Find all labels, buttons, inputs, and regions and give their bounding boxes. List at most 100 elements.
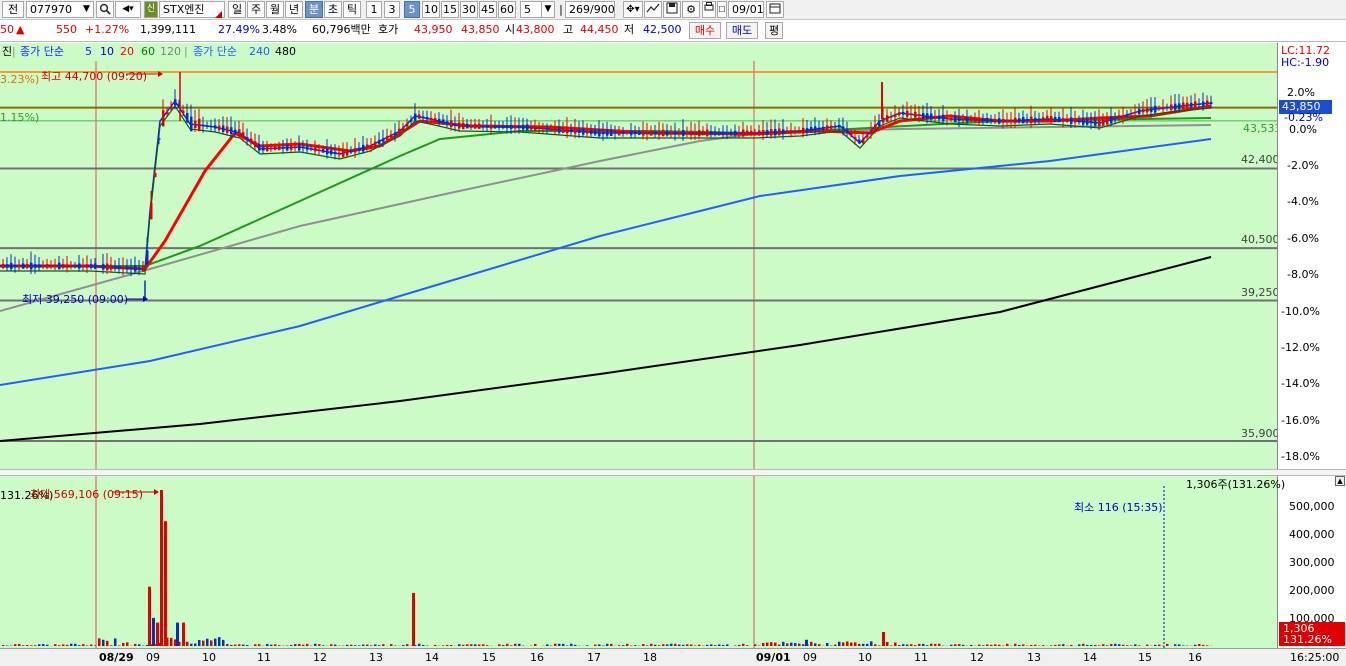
interval-1[interactable]: 1 (366, 1, 382, 18)
buy-button[interactable]: 매수 (689, 22, 721, 39)
low-label: 저 (624, 23, 635, 36)
low-marker-label: 최저 39,250 (09:00) (22, 293, 129, 306)
ma10-legend[interactable]: 10 (100, 43, 114, 61)
volume-panel-collapse-icon[interactable]: ▲ (1335, 476, 1345, 486)
volume-bar (1138, 645, 1141, 646)
candle-body (890, 116, 893, 118)
print-icon[interactable] (702, 1, 716, 18)
candle-body (482, 125, 485, 128)
long-ma-legend-label[interactable]: 종가 단순 (193, 43, 237, 61)
save-icon[interactable] (663, 1, 681, 18)
candle-body (1178, 103, 1181, 110)
settings-icon[interactable]: ⚙ (682, 1, 700, 18)
interval-30[interactable]: 30 (460, 1, 478, 18)
volume-bar (446, 644, 449, 646)
candle-body (74, 265, 77, 267)
candle-body (762, 130, 765, 136)
time-axis-clock: 16:25:00 (1290, 651, 1340, 664)
candle-body (710, 131, 713, 135)
ma240-legend[interactable]: 240 (249, 43, 270, 61)
date-checkbox[interactable]: ☐ (717, 1, 727, 18)
period-year[interactable]: 년 (285, 1, 303, 18)
axis-pct-m12: -12.0% (1281, 341, 1320, 354)
trendline-icon[interactable] (644, 1, 662, 18)
ma120-legend[interactable]: 120 (160, 43, 181, 61)
sound-icon[interactable]: ◀▾ (115, 1, 141, 18)
candle-body (946, 117, 949, 120)
panel-splitter[interactable] (0, 469, 1346, 476)
market-selector[interactable]: 전 (2, 1, 24, 18)
interval-45[interactable]: 45 (479, 1, 497, 18)
candle-body (322, 149, 325, 153)
price-chart[interactable] (0, 61, 1277, 469)
calendar-icon[interactable] (766, 1, 784, 18)
ma-legend-label[interactable]: 종가 단순 (20, 43, 64, 61)
interval-5[interactable]: 5 (404, 1, 420, 18)
candle-body (314, 147, 317, 152)
time-label: 15 (1138, 651, 1152, 664)
candle-body (50, 264, 53, 268)
volume-bar (218, 637, 221, 646)
period-minute[interactable]: 분 (305, 1, 323, 18)
candle-body (362, 144, 365, 152)
volume-bar (1094, 644, 1097, 646)
candle-body (478, 123, 481, 129)
top-left-percent: 3.23%) (0, 73, 40, 86)
search-icon[interactable] (96, 1, 114, 18)
turnover-percent: 3.48% (262, 23, 297, 36)
candle-body (794, 130, 797, 133)
interval-value-input[interactable]: 5 (520, 1, 542, 18)
candle-body (354, 148, 357, 153)
sell-button[interactable]: 매도 (726, 22, 758, 39)
date-input[interactable]: 09/01 (728, 1, 764, 18)
candle-body (934, 115, 937, 119)
candle-body (638, 131, 641, 135)
interval-dropdown-icon[interactable]: ▼ (541, 1, 555, 18)
volume-bar (234, 644, 237, 646)
volume-bar (470, 644, 473, 646)
volume-bar (870, 641, 873, 646)
candle-body (90, 264, 93, 268)
volume-max-marker: 최대 569,106 (09:15) (30, 488, 144, 501)
candle-body (1142, 109, 1145, 113)
candle-body (1210, 102, 1213, 105)
candle-body (642, 130, 645, 136)
ma480-legend[interactable]: 480 (275, 43, 296, 61)
bar-count-input[interactable]: 269/900 (565, 1, 615, 18)
volume-bar (518, 643, 521, 646)
volume-bar (886, 641, 889, 646)
interval-15[interactable]: 15 (441, 1, 459, 18)
period-week[interactable]: 주 (247, 1, 265, 18)
change-value: 550 (56, 23, 77, 36)
crosshair-icon[interactable]: ✥▾ (623, 1, 643, 18)
candle-body (438, 118, 441, 123)
interval-10[interactable]: 10 (422, 1, 440, 18)
candle-body (1046, 115, 1049, 123)
time-axis[interactable]: 08/29 09 10 11 12 13 14 15 16 17 18 09/0… (0, 648, 1346, 666)
volume-bar (666, 644, 669, 646)
ma20-legend[interactable]: 20 (120, 43, 134, 61)
interval-3[interactable]: 3 (384, 1, 400, 18)
period-second[interactable]: 초 (324, 1, 342, 18)
volume-bar (1126, 645, 1129, 646)
interval-60[interactable]: 60 (498, 1, 516, 18)
period-month[interactable]: 월 (266, 1, 284, 18)
candle-body (1146, 108, 1149, 113)
axis-pct-m16: -16.0% (1281, 414, 1320, 427)
candle-body (666, 130, 669, 136)
volume-bar (382, 644, 385, 646)
time-label: 12 (313, 651, 327, 664)
volume-bar (134, 643, 137, 646)
period-day[interactable]: 일 (228, 1, 246, 18)
code-dropdown-icon[interactable]: ▼ (80, 1, 94, 18)
ma5-legend[interactable]: 5 (85, 43, 92, 61)
ma60-legend[interactable]: 60 (141, 43, 155, 61)
eval-button[interactable]: 평 (765, 22, 783, 39)
candle-body (1158, 108, 1161, 110)
price-axis[interactable]: LC:11.72 HC:-1.90 2.0% 43,850 -0.23% 0.0… (1277, 43, 1346, 469)
volume-bar (1042, 645, 1045, 646)
volume-axis[interactable]: 1,306주(131.26%) ▲ 500,000 400,000 300,00… (1186, 476, 1346, 648)
candle-body (806, 128, 809, 133)
candle-body (1082, 118, 1085, 125)
period-tick[interactable]: 틱 (343, 1, 361, 18)
